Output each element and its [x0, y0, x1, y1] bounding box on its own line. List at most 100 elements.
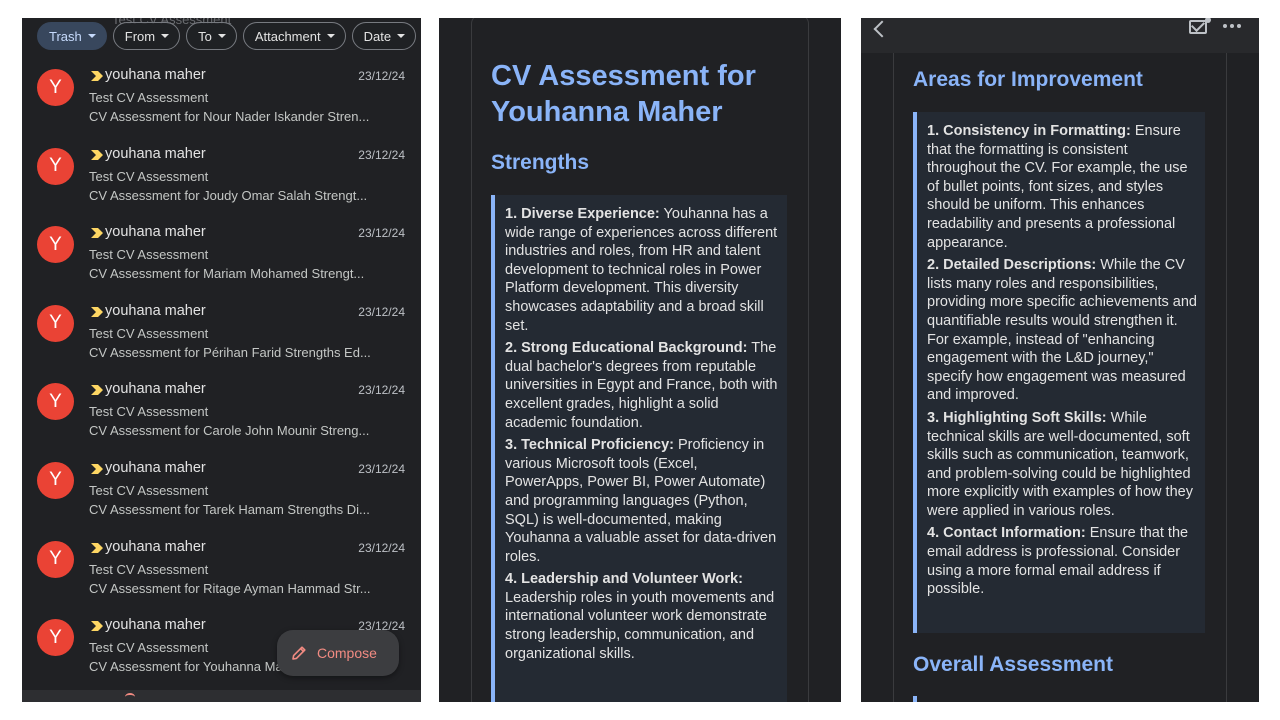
avatar[interactable]: Y	[37, 540, 74, 578]
email-row[interactable]: Yyouhana maher 23/12/24 Test CV Assessment…	[22, 64, 421, 143]
importance-marker-icon[interactable]	[91, 306, 103, 317]
improvements-item: 1. Consistency in Formatting: Ensure tha…	[927, 122, 1197, 252]
email-row[interactable]: Yyouhana maher 23/12/24 Test CV Assessment…	[22, 378, 421, 457]
email-list: Yyouhana maher 23/12/24 Test CV Assessment…	[22, 64, 421, 693]
email-row[interactable]: Yyouhana maher 23/12/24 Test CV Assessment…	[22, 457, 421, 536]
importance-marker-icon[interactable]	[91, 71, 103, 81]
email-row[interactable]: Yyouhana maher 23/12/24 Test CV Assessment…	[22, 300, 421, 379]
email-top-bar	[861, 18, 1259, 53]
filter-chip-to[interactable]: To	[186, 22, 237, 50]
filter-chip-label: Attachment	[254, 28, 321, 44]
avatar[interactable]: Y	[37, 226, 74, 264]
filter-chip-label: To	[198, 28, 212, 44]
avatar[interactable]: Y	[37, 619, 74, 657]
improvements-blockquote: 1. Consistency in Formatting: Ensure tha…	[913, 112, 1205, 633]
improvements-item: 4. Contact Information: Ensure that the …	[927, 524, 1197, 598]
item-title: 1. Diverse Experience:	[505, 206, 660, 222]
sender-name: youhana maher	[105, 145, 206, 162]
importance-marker-icon[interactable]	[91, 385, 103, 396]
email-subject: Test CV Assessment	[89, 482, 209, 498]
email-body-strengths-panel: CV Assessment for Youhanna Maher Strengt…	[439, 18, 841, 702]
strengths-item: 3. Technical Proficiency: Proficiency in…	[505, 436, 779, 566]
importance-marker-icon[interactable]	[91, 621, 103, 632]
item-title: 4. Leadership and Volunteer Work:	[505, 571, 743, 588]
email-date: 23/12/24	[358, 226, 405, 241]
avatar[interactable]: Y	[37, 147, 74, 185]
compose-button[interactable]: Compose	[277, 630, 399, 676]
item-title: 3. Highlighting Soft Skills:	[927, 409, 1107, 426]
importance-marker-icon[interactable]	[91, 463, 103, 474]
importance-marker-icon[interactable]	[91, 228, 103, 239]
item-text: Leadership roles in youth movements and …	[505, 589, 775, 662]
email-date: 23/12/24	[358, 69, 405, 83]
email-row[interactable]: Yyouhana maher 23/12/24 Test CV Assessment…	[22, 221, 421, 300]
chevron-down-icon	[87, 34, 96, 38]
email-row[interactable]: Yyouhana maher 23/12/24 Test CV Assessment…	[22, 536, 421, 615]
importance-marker-icon[interactable]	[91, 149, 103, 160]
avatar[interactable]: Y	[37, 383, 74, 421]
overall-heading: Overall Assessment	[913, 653, 1114, 676]
email-subject: Test CV Assessment	[89, 247, 209, 263]
filter-chip-label: Trash	[49, 28, 82, 44]
sender-name: youhana maher	[105, 459, 206, 476]
email-subject: Test CV Assessment	[89, 325, 209, 341]
mail-tab-icon[interactable]	[125, 693, 135, 701]
item-title: 4. Contact Information:	[927, 525, 1086, 542]
mark-unread-icon[interactable]	[1189, 20, 1207, 34]
email-date: 23/12/24	[358, 461, 405, 476]
sender-name: youhana maher	[105, 617, 206, 634]
avatar[interactable]: Y	[37, 304, 74, 342]
email-subject: Test CV Assessment	[89, 404, 209, 420]
back-arrow-icon[interactable]	[873, 20, 891, 38]
sender-name: youhana maher	[105, 302, 206, 319]
filter-chip-date[interactable]: Date	[351, 22, 417, 50]
sender-name: youhana maher	[105, 538, 206, 555]
importance-marker-icon[interactable]	[91, 542, 103, 553]
item-title: 2. Detailed Descriptions:	[927, 257, 1097, 274]
overall-blockquote-start	[913, 696, 917, 702]
filter-chip-from[interactable]: From	[112, 22, 181, 50]
item-text: While the CV lists many roles and respon…	[927, 257, 1197, 404]
item-title: 2. Strong Educational Background:	[505, 340, 748, 357]
strengths-item: 1. Diverse Experience: Youhanna has a wi…	[505, 205, 779, 335]
email-snippet: CV Assessment for Mariam Mohamed Strengt…	[89, 266, 365, 282]
email-subject: Test CV Assessment	[89, 561, 209, 577]
avatar[interactable]: Y	[37, 69, 74, 106]
sender-name: youhana maher	[105, 224, 206, 241]
chevron-down-icon	[326, 34, 335, 38]
improvements-item: 3. Highlighting Soft Skills: While techn…	[927, 409, 1197, 521]
compose-label: Compose	[317, 645, 377, 661]
email-body-improvements-panel: Areas for Improvement 1. Consistency in …	[861, 18, 1259, 702]
email-date: 23/12/24	[358, 383, 405, 398]
filter-chip-label: Date	[363, 28, 392, 44]
filter-chip-attachment[interactable]: Attachment	[242, 22, 346, 50]
email-snippet: CV Assessment for Nour Nader Iskander St…	[89, 109, 370, 124]
email-date: 23/12/24	[358, 147, 405, 162]
email-snippet: CV Assessment for Périhan Farid Strength…	[89, 344, 371, 360]
strengths-item: 4. Leadership and Volunteer Work: Leader…	[505, 570, 779, 663]
email-row[interactable]: Yyouhana maher 23/12/24 Test CV Assessment…	[22, 143, 421, 222]
email-subject: Test CV Assessment	[89, 90, 209, 105]
email-list-panel: Test CV Assessment Trash From To Attachm…	[22, 18, 421, 702]
filter-chip-label: From	[124, 28, 156, 44]
sender-name: youhana maher	[105, 67, 206, 83]
avatar[interactable]: Y	[37, 461, 74, 499]
chevron-down-icon	[161, 34, 170, 38]
email-subject: Test CV Assessment	[89, 168, 209, 184]
more-options-icon[interactable]	[1223, 24, 1241, 28]
sender-name: youhana maher	[105, 381, 206, 398]
item-text: Ensure that the formatting is consistent…	[927, 123, 1188, 251]
chevron-down-icon	[217, 34, 226, 38]
item-text: While technical skills are well-document…	[927, 409, 1193, 519]
assessment-title: CV Assessment for Youhanna Maher	[491, 60, 756, 128]
email-snippet: CV Assessment for Joudy Omar Salah Stren…	[89, 187, 368, 203]
item-text: Youhanna has a wide range of experiences…	[505, 206, 778, 334]
improvement-heading: Areas for Improvement	[913, 68, 1143, 91]
email-date: 23/12/24	[358, 540, 405, 555]
item-text: Proficiency in various Microsoft tools (…	[505, 437, 777, 565]
filter-chip-trash[interactable]: Trash	[37, 22, 107, 50]
item-title: 1. Consistency in Formatting:	[927, 123, 1131, 139]
improvements-item: 2. Detailed Descriptions: While the CV l…	[927, 256, 1197, 405]
email-snippet: CV Assessment for Tarek Hamam Strengths …	[89, 501, 370, 517]
strengths-heading: Strengths	[491, 151, 590, 174]
